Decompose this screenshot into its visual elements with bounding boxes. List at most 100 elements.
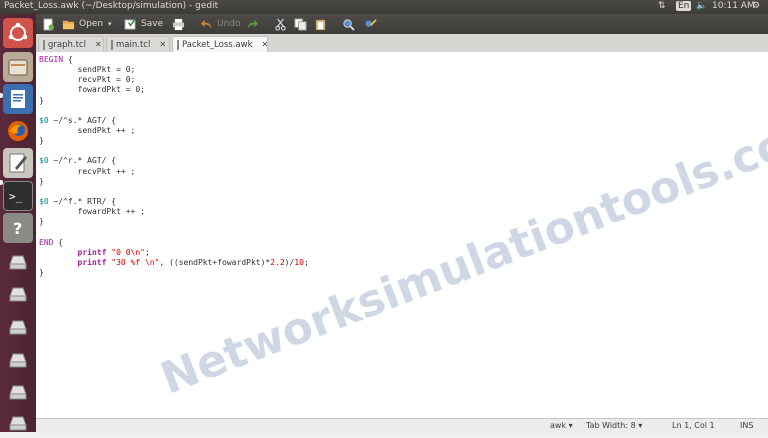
code-line[interactable]: BEGIN { <box>39 55 309 65</box>
code-line[interactable]: } <box>39 268 309 278</box>
power-icon[interactable]: ⚙ <box>752 1 760 11</box>
save-button[interactable]: Save <box>124 14 163 34</box>
text-editor-icon[interactable] <box>3 148 33 178</box>
code-token: 10 <box>294 257 304 267</box>
network-icon[interactable]: ⇅ <box>658 1 666 11</box>
document-icon <box>177 39 179 50</box>
find-button[interactable] <box>342 14 355 34</box>
code-line[interactable] <box>39 106 309 116</box>
clipboard-icon <box>315 19 326 30</box>
new-document-button[interactable] <box>42 14 55 34</box>
keyboard-indicator[interactable]: En <box>676 1 692 11</box>
find-replace-icon <box>365 18 377 27</box>
tab-width-selector[interactable]: Tab Width: 8 ▾ <box>586 421 642 430</box>
drive-icon[interactable] <box>3 377 33 407</box>
paste-button[interactable] <box>314 14 327 34</box>
code-line[interactable]: sendPkt ++ ; <box>39 126 309 136</box>
redo-icon <box>247 19 259 28</box>
code-token: ~/^s.* AGT/ { <box>48 115 117 125</box>
open-label: Open <box>79 19 104 29</box>
save-label: Save <box>141 19 164 29</box>
code-line[interactable]: fowardPkt ++ ; <box>39 207 309 217</box>
open-dropdown-button[interactable]: ▾ <box>108 14 112 34</box>
undo-label: Undo <box>217 19 241 29</box>
close-icon[interactable]: ✕ <box>262 40 269 49</box>
code-token: $0 <box>39 156 49 166</box>
find-replace-button[interactable] <box>364 14 377 34</box>
terminal-icon[interactable]: >_ <box>3 181 33 211</box>
code-token: )/ <box>284 257 295 267</box>
code-line[interactable]: } <box>39 96 309 106</box>
text-editor[interactable]: BEGIN { sendPkt = 0; recvPkt = 0; foward… <box>36 52 768 418</box>
code-content[interactable]: BEGIN { sendPkt = 0; recvPkt = 0; foward… <box>39 55 309 278</box>
tab-label: main.tcl <box>116 39 151 50</box>
copy-button[interactable] <box>294 14 307 34</box>
code-line[interactable] <box>39 187 309 197</box>
drive-icon[interactable] <box>3 408 33 438</box>
code-line[interactable]: printf "30 %f \n", ((sendPkt+fowardPkt)*… <box>39 258 309 268</box>
drive-icon[interactable] <box>3 279 33 309</box>
code-token: BEGIN <box>39 55 64 64</box>
status-bar: awk ▾ Tab Width: 8 ▾ Ln 1, Col 1 INS <box>36 418 768 433</box>
code-line[interactable]: recvPkt ++ ; <box>39 167 309 177</box>
code-line[interactable]: } <box>39 177 309 187</box>
firefox-icon[interactable] <box>3 116 33 146</box>
code-token: } <box>39 95 44 105</box>
code-token: sendPkt = 0; <box>39 65 136 75</box>
volume-icon[interactable]: 🔈 <box>696 1 707 11</box>
code-token: recvPkt ++ ; <box>39 166 136 176</box>
folder-icon <box>62 20 75 29</box>
open-button[interactable]: Open <box>62 14 103 34</box>
ubuntu-dash-icon[interactable] <box>3 18 33 48</box>
drive-icon[interactable] <box>3 345 33 375</box>
code-line[interactable]: printf "0 0\n"; <box>39 248 309 258</box>
code-token: { <box>53 237 64 247</box>
code-line[interactable] <box>39 227 309 237</box>
code-token: } <box>39 267 44 277</box>
code-line[interactable]: $0 ~/^s.* AGT/ { <box>39 116 309 126</box>
language-selector[interactable]: awk ▾ <box>550 421 573 430</box>
document-tabs: graph.tcl ✕ main.tcl ✕ Packet_Loss.awk ✕ <box>36 34 768 53</box>
code-token: 2.2 <box>270 257 285 267</box>
help-icon[interactable]: ? <box>3 213 33 243</box>
code-token: } <box>39 136 44 146</box>
svg-text:?: ? <box>13 219 22 238</box>
code-token: END <box>39 237 54 247</box>
tab-graph-tcl[interactable]: graph.tcl ✕ <box>38 36 104 52</box>
tab-packet-loss-awk[interactable]: Packet_Loss.awk ✕ <box>172 36 268 52</box>
code-token: $0 <box>39 196 49 206</box>
search-icon <box>343 18 355 31</box>
cut-button[interactable] <box>274 14 287 34</box>
code-token: "0 0\n" <box>111 247 145 257</box>
redo-button[interactable] <box>246 14 259 34</box>
code-line[interactable] <box>39 146 309 156</box>
close-icon[interactable]: ✕ <box>159 40 166 49</box>
code-token: recvPkt = 0; <box>39 75 136 85</box>
undo-button[interactable]: Undo <box>200 14 241 34</box>
code-line[interactable]: END { <box>39 238 309 248</box>
code-line[interactable]: } <box>39 136 309 146</box>
code-line[interactable]: recvPkt = 0; <box>39 75 309 85</box>
code-line[interactable]: fowardPkt = 0; <box>39 85 309 95</box>
cursor-position: Ln 1, Col 1 <box>672 421 715 430</box>
code-line[interactable]: } <box>39 217 309 227</box>
libreoffice-writer-icon[interactable] <box>3 84 33 114</box>
drive-icon[interactable] <box>3 247 33 277</box>
code-line[interactable]: $0 ~/^f.* RTR/ { <box>39 197 309 207</box>
tab-main-tcl[interactable]: main.tcl ✕ <box>106 36 170 52</box>
files-icon[interactable] <box>3 52 33 82</box>
drive-icon[interactable] <box>3 312 33 342</box>
code-token: ; <box>144 247 150 257</box>
code-token: { <box>63 55 73 64</box>
close-icon[interactable]: ✕ <box>95 40 102 49</box>
clock[interactable]: 10:11 AM <box>712 1 755 11</box>
code-token: ~/^r.* AGT/ { <box>48 156 117 166</box>
language-label: awk <box>550 421 567 430</box>
top-panel: Packet_Loss.awk (~/Desktop/simulation) -… <box>0 0 768 14</box>
code-line[interactable]: $0 ~/^r.* AGT/ { <box>39 156 309 166</box>
insert-mode: INS <box>740 421 754 430</box>
window-title: Packet_Loss.awk (~/Desktop/simulation) -… <box>4 1 219 11</box>
code-line[interactable]: sendPkt = 0; <box>39 65 309 75</box>
svg-text:>_: >_ <box>9 190 23 203</box>
print-button[interactable] <box>172 14 185 34</box>
